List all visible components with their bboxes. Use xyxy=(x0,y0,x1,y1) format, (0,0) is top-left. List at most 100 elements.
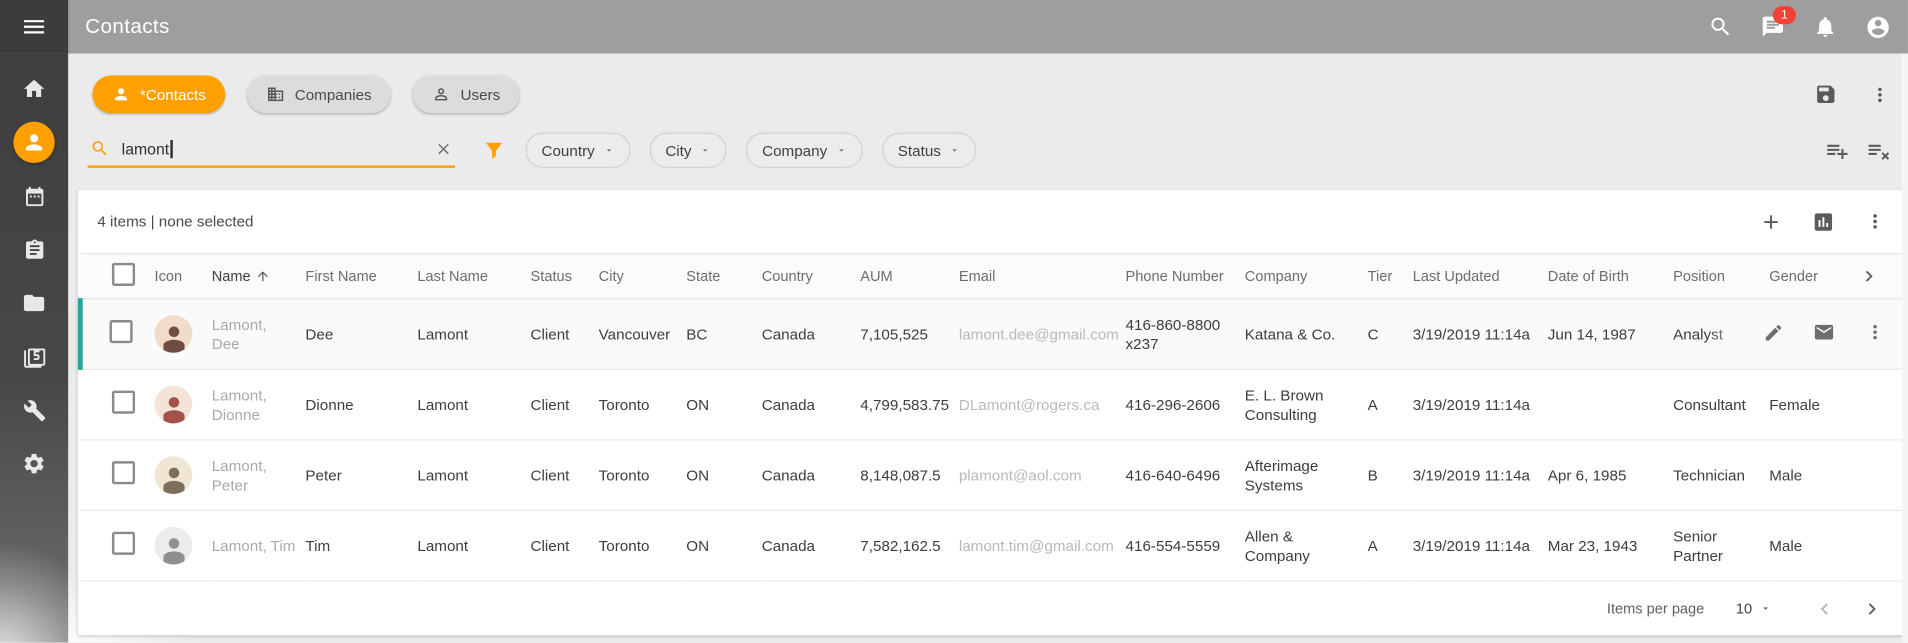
col-email[interactable]: Email xyxy=(959,254,1126,299)
table-row[interactable]: Lamont, Peter Peter Lamont Client Toront… xyxy=(80,440,1905,511)
add-contact-button[interactable] xyxy=(1759,210,1782,233)
col-dob[interactable]: Date of Birth xyxy=(1548,254,1673,299)
selection-summary: 4 items | none selected xyxy=(97,213,253,230)
account-button[interactable] xyxy=(1864,13,1891,40)
table-row[interactable]: Lamont, Tim Tim Lamont Client Toronto ON… xyxy=(80,510,1905,581)
cell-aum: 7,105,525 xyxy=(860,299,959,370)
cell-first-name: Tim xyxy=(305,510,417,581)
sidebar-item-contacts[interactable] xyxy=(13,122,54,163)
cell-last-updated: 3/19/2019 11:14a xyxy=(1413,510,1548,581)
next-page-button[interactable] xyxy=(1860,597,1883,620)
col-last-updated[interactable]: Last Updated xyxy=(1413,254,1548,299)
col-country[interactable]: Country xyxy=(762,254,861,299)
col-position[interactable]: Position xyxy=(1673,254,1769,299)
search-icon xyxy=(1708,15,1732,39)
notifications-button[interactable] xyxy=(1812,13,1839,40)
cell-tier: A xyxy=(1368,510,1413,581)
caret-down-icon xyxy=(949,145,960,156)
search-input[interactable]: lamont xyxy=(88,133,455,168)
caret-down-icon xyxy=(1759,602,1771,614)
page-size-select[interactable]: 10 xyxy=(1736,600,1772,617)
filter-chip-city[interactable]: City xyxy=(650,133,727,168)
clear-search-button[interactable] xyxy=(434,139,452,157)
sidebar xyxy=(0,54,68,643)
cell-position: Technician xyxy=(1673,440,1769,511)
row-more-button[interactable] xyxy=(1864,321,1886,343)
col-name[interactable]: Name xyxy=(212,254,306,299)
sidebar-item-filter-5[interactable] xyxy=(13,336,54,377)
sidebar-item-documents[interactable] xyxy=(13,282,54,323)
email-row-button[interactable] xyxy=(1813,321,1835,343)
clipboard-icon xyxy=(23,238,46,261)
cell-city: Toronto xyxy=(599,510,687,581)
filter-chip-company[interactable]: Company xyxy=(746,133,862,168)
app-window: Contacts 1 xyxy=(0,0,1908,642)
building-icon xyxy=(267,85,285,103)
cell-tier: B xyxy=(1368,440,1413,511)
sidebar-item-settings[interactable] xyxy=(13,443,54,484)
row-checkbox[interactable] xyxy=(110,320,133,343)
cell-first-name: Peter xyxy=(305,440,417,511)
select-all-checkbox[interactable] xyxy=(112,263,135,286)
sidebar-item-home[interactable] xyxy=(13,68,54,109)
search-button[interactable] xyxy=(1707,13,1734,40)
col-icon[interactable]: Icon xyxy=(155,254,212,299)
add-filter-list-button[interactable] xyxy=(1825,138,1849,162)
playlist-add-icon xyxy=(1825,138,1849,162)
cell-name: Lamont, Dee xyxy=(212,299,306,370)
tab-users[interactable]: Users xyxy=(413,75,520,113)
topbar-actions: 1 xyxy=(1707,13,1891,40)
avatar xyxy=(155,527,193,565)
wrench-icon xyxy=(23,399,46,422)
plus-icon xyxy=(1759,210,1782,233)
more-columns-button[interactable] xyxy=(1842,254,1905,299)
messages-button[interactable]: 1 xyxy=(1759,13,1786,40)
funnel-icon xyxy=(482,138,506,162)
row-checkbox[interactable] xyxy=(112,461,135,484)
cell-dob: Jun 14, 1987 xyxy=(1548,299,1673,370)
col-phone[interactable]: Phone Number xyxy=(1126,254,1245,299)
col-state[interactable]: State xyxy=(686,254,761,299)
filter-chip-country[interactable]: Country xyxy=(526,133,630,168)
table-row[interactable]: Lamont, Dionne Dionne Lamont Client Toro… xyxy=(80,369,1905,440)
table-row[interactable]: Lamont, Dee Dee Lamont Client Vancouver … xyxy=(80,299,1905,370)
row-checkbox[interactable] xyxy=(112,532,135,555)
col-first-name[interactable]: First Name xyxy=(305,254,417,299)
col-gender[interactable]: Gender xyxy=(1769,254,1842,299)
tab-contacts[interactable]: *Contacts xyxy=(92,75,225,113)
filter-chip-status[interactable]: Status xyxy=(882,133,976,168)
menu-button[interactable] xyxy=(0,0,68,54)
sidebar-item-calendar[interactable] xyxy=(13,175,54,216)
previous-page-button[interactable] xyxy=(1813,597,1836,620)
sidebar-item-tools[interactable] xyxy=(13,389,54,430)
col-aum[interactable]: AUM xyxy=(860,254,959,299)
sidebar-item-tasks[interactable] xyxy=(13,229,54,270)
pagination-bar: Items per page 10 xyxy=(78,582,1903,636)
col-tier[interactable]: Tier xyxy=(1368,254,1413,299)
col-last-name[interactable]: Last Name xyxy=(417,254,530,299)
filter-button[interactable] xyxy=(482,138,506,162)
col-status[interactable]: Status xyxy=(531,254,599,299)
table-more-button[interactable] xyxy=(1864,211,1886,233)
cell-phone: 416-860-8800 x237 xyxy=(1126,299,1245,370)
save-view-button[interactable] xyxy=(1814,83,1837,106)
cell-country: Canada xyxy=(762,510,861,581)
contacts-table: Icon Name First Name Last Name Status Ci… xyxy=(78,253,1906,582)
row-checkbox[interactable] xyxy=(112,391,135,414)
person-icon xyxy=(112,85,130,103)
cell-status: Client xyxy=(531,299,599,370)
edit-row-button[interactable] xyxy=(1763,322,1784,343)
account-circle-icon xyxy=(1865,14,1891,40)
col-city[interactable]: City xyxy=(599,254,687,299)
view-more-button[interactable] xyxy=(1869,83,1891,105)
scrollbar[interactable] xyxy=(1902,54,1908,643)
row-hover-actions xyxy=(1707,307,1903,358)
entity-tabs: *Contacts Companies Users xyxy=(68,54,1908,114)
chart-view-button[interactable] xyxy=(1812,210,1835,233)
tab-companies[interactable]: Companies xyxy=(247,75,391,113)
col-company[interactable]: Company xyxy=(1245,254,1368,299)
avatar xyxy=(155,456,193,494)
clear-filter-list-button[interactable] xyxy=(1867,138,1891,162)
folder-icon xyxy=(22,291,46,315)
cell-email: lamont.dee@gmail.com xyxy=(959,299,1126,370)
